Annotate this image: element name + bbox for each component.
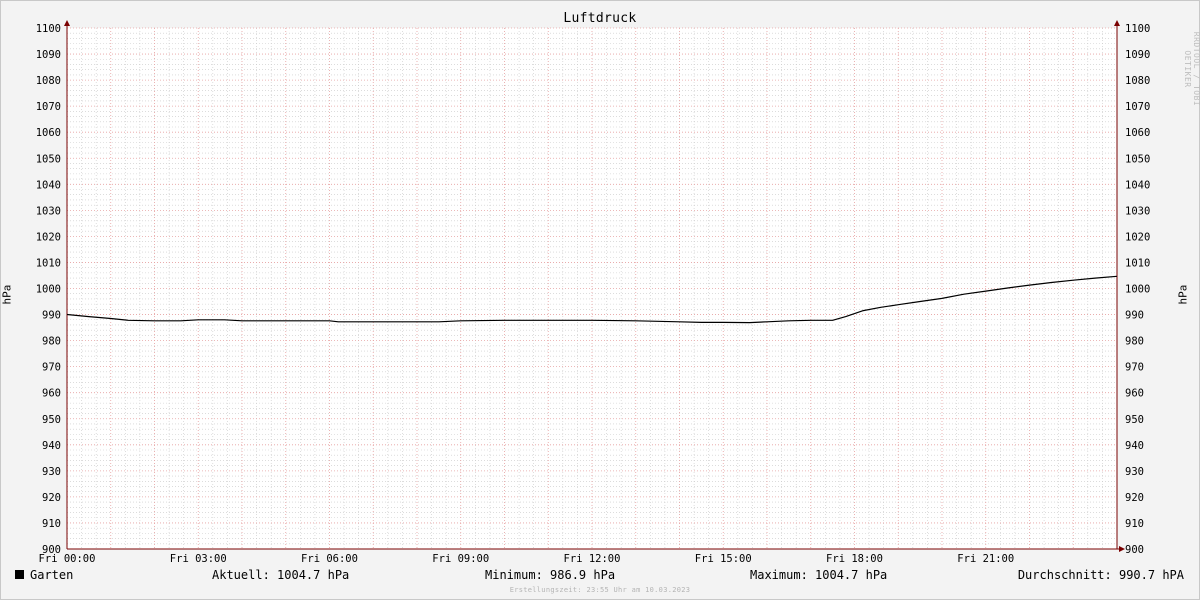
legend-current: Aktuell: 1004.7 hPa [212, 568, 350, 582]
y-tick-label-left: 1070 [36, 101, 61, 113]
y-tick-label-right: 990 [1125, 310, 1144, 322]
legend-maximum: Maximum: 1004.7 hPa [750, 568, 888, 582]
x-tick-label: Fri 00:00 [39, 553, 96, 565]
legend-average: Durchschnitt: 990.7 hPA [1017, 568, 1184, 582]
y-tick-label-right: 970 [1125, 362, 1144, 374]
y-tick-label-left: 970 [42, 362, 61, 374]
y-tick-label-right: 900 [1125, 544, 1144, 556]
y-tick-label-left: 1000 [36, 284, 61, 296]
y-tick-label-left: 930 [42, 466, 61, 478]
y-tick-label-right: 1020 [1125, 231, 1150, 243]
y-tick-label-left: 990 [42, 310, 61, 322]
y-tick-label-left: 1060 [36, 127, 61, 139]
x-tick-label: Fri 06:00 [301, 553, 358, 565]
y-tick-label-left: 960 [42, 388, 61, 400]
chart-title: Luftdruck [563, 11, 637, 26]
y-tick-label-right: 980 [1125, 336, 1144, 348]
y-tick-label-left: 1040 [36, 179, 61, 191]
y-axis-label-right: hPa [1176, 284, 1190, 305]
y-tick-label-right: 1090 [1125, 49, 1150, 61]
legend-series-name: Garten [30, 568, 74, 582]
y-axis-label-left: hPa [0, 284, 14, 305]
y-tick-label-left: 910 [42, 518, 61, 530]
y-tick-label-right: 1070 [1125, 101, 1150, 113]
legend-swatch [15, 570, 24, 579]
legend-minimum: Minimum: 986.9 hPa [485, 568, 616, 582]
watermark: RRDTOOL / TOBI OETIKER [1183, 31, 1200, 107]
x-tick-label: Fri 03:00 [170, 553, 227, 565]
y-tick-label-right: 910 [1125, 518, 1144, 530]
x-tick-label: Fri 12:00 [564, 553, 621, 565]
y-tick-label-left: 950 [42, 414, 61, 426]
y-tick-label-left: 1020 [36, 231, 61, 243]
x-tick-label: Fri 18:00 [826, 553, 883, 565]
y-tick-label-left: 1050 [36, 153, 61, 165]
y-tick-label-right: 940 [1125, 440, 1144, 452]
y-tick-label-right: 950 [1125, 414, 1144, 426]
y-tick-label-left: 980 [42, 336, 61, 348]
y-tick-label-right: 1040 [1125, 179, 1150, 191]
y-tick-label-right: 960 [1125, 388, 1144, 400]
chart-canvas: 900 900910 910920 920930 930940 940950 950960 9… [36, 20, 1150, 565]
y-tick-label-right: 1050 [1125, 153, 1150, 165]
x-tick-label: Fri 21:00 [957, 553, 1014, 565]
y-tick-label-right: 1000 [1125, 284, 1150, 296]
x-tick-label: Fri 15:00 [695, 553, 752, 565]
y-tick-label-left: 1090 [36, 49, 61, 61]
legend: Garten Aktuell: 1004.7 hPa Minimum: 986.… [0, 568, 1200, 584]
y-tick-label-right: 930 [1125, 466, 1144, 478]
x-tick-label: Fri 09:00 [432, 553, 489, 565]
y-tick-label-right: 920 [1125, 492, 1144, 504]
y-tick-label-left: 940 [42, 440, 61, 452]
y-tick-label-left: 1010 [36, 257, 61, 269]
y-tick-label-left: 1030 [36, 205, 61, 217]
y-tick-label-right: 1010 [1125, 257, 1150, 269]
y-tick-label-right: 1030 [1125, 205, 1150, 217]
y-tick-label-right: 1080 [1125, 75, 1150, 87]
y-tick-label-left: 920 [42, 492, 61, 504]
footer-timestamp: Erstellungszeit: 23:55 Uhr am 10.03.2023 [509, 586, 691, 594]
y-tick-label-right: 1060 [1125, 127, 1150, 139]
y-tick-label-left: 1080 [36, 75, 61, 87]
